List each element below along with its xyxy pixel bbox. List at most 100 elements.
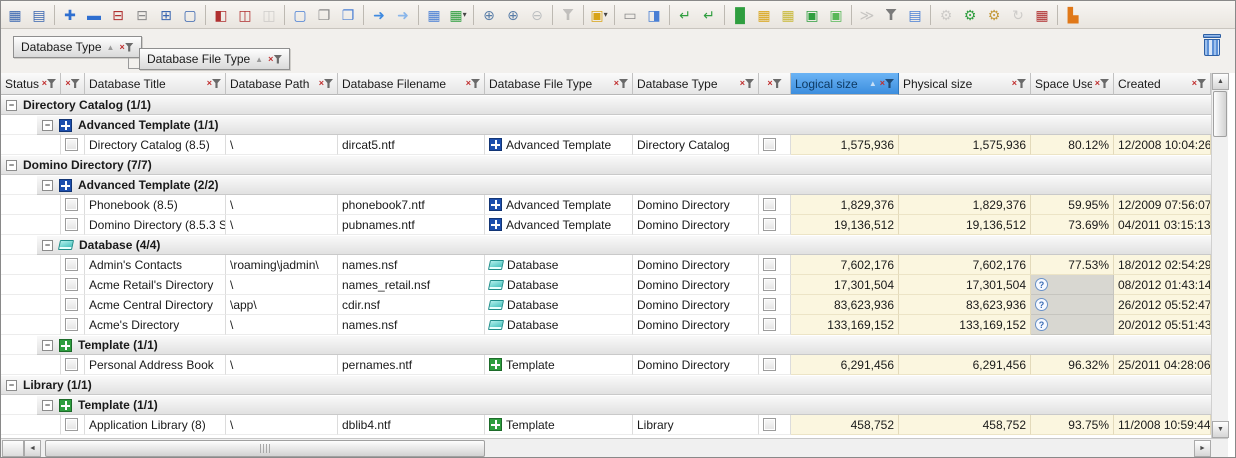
table-row[interactable]: Admin's Contacts\roaming\jadmin\names.ns… (1, 255, 1211, 275)
grid-blue-icon[interactable]: ▦ (422, 3, 446, 26)
collapse-level-icon[interactable]: ⊟ (106, 3, 130, 26)
remove-icon[interactable]: ▬ (82, 3, 106, 26)
unknown-value-icon[interactable]: ? (1035, 318, 1048, 331)
column-header-select[interactable]: × (61, 73, 85, 95)
group-row[interactable]: −Database (4/4) (1, 235, 1211, 255)
checkbox[interactable] (65, 318, 78, 331)
filter-icon[interactable]: × (614, 79, 628, 88)
zoom-fit-icon[interactable]: ⊕ (477, 3, 501, 26)
table-row[interactable]: Personal Address Book\pernames.ntfTempla… (1, 355, 1211, 375)
filter-icon[interactable]: × (207, 79, 221, 88)
checkbox[interactable] (763, 218, 776, 231)
new-category-icon[interactable]: ▣▾ (587, 3, 611, 26)
export-new-window-icon[interactable]: ➜ (391, 3, 415, 26)
collapse-icon[interactable]: − (42, 400, 53, 411)
column-header-status[interactable]: Status× (1, 73, 61, 95)
group-row[interactable]: −Directory Catalog (1/1) (1, 95, 1211, 115)
table-row[interactable]: Acme Retail's Directory\names_retail.nsf… (1, 275, 1211, 295)
dashboard-icon[interactable]: ▙ (1061, 3, 1085, 26)
collapse-icon[interactable]: − (42, 340, 53, 351)
collapse-all-icon[interactable]: ⊟ (130, 3, 154, 26)
vertical-scroll-thumb[interactable] (1213, 91, 1227, 137)
add-icon[interactable]: ✚ (58, 3, 82, 26)
filter-icon[interactable]: × (319, 79, 333, 88)
checkbox[interactable] (763, 358, 776, 371)
checkbox[interactable] (763, 138, 776, 151)
column-header-title[interactable]: Database Title× (85, 73, 226, 95)
row-blue-icon[interactable]: ▤ (903, 3, 927, 26)
column-header-logical[interactable]: Logical size▲× (791, 73, 899, 95)
checkbox[interactable] (763, 278, 776, 291)
filter-icon[interactable]: × (1192, 79, 1206, 88)
column-header-filename[interactable]: Database Filename× (338, 73, 485, 95)
vertical-scrollbar[interactable]: ▲ ▼ (1211, 73, 1228, 438)
freeze-center-column-icon[interactable]: ◫ (233, 3, 257, 26)
row-outline-icon[interactable]: ▭ (618, 3, 642, 26)
collapse-icon[interactable]: − (42, 240, 53, 251)
table-row[interactable]: Domino Directory (8.5.3 Se\pubnames.ntfA… (1, 215, 1211, 235)
group-row[interactable]: −Domino Directory (7/7) (1, 155, 1211, 175)
collapse-icon[interactable]: − (42, 180, 53, 191)
group-row[interactable]: −Library (1/1) (1, 375, 1211, 395)
filter-icon[interactable]: × (740, 79, 754, 88)
calendar-note-icon[interactable]: ▦ (1030, 3, 1054, 26)
column-header-flag[interactable]: × (759, 73, 791, 95)
table-row[interactable]: Application Library (8)\dblib4.ntfTempla… (1, 415, 1211, 435)
column-header-filetype[interactable]: Database File Type× (485, 73, 633, 95)
load-data-icon[interactable]: ↵ (673, 3, 697, 26)
sort-asc-icon[interactable]: ▲ (255, 55, 263, 64)
filter-icon[interactable]: × (65, 79, 79, 88)
collapse-icon[interactable]: − (6, 380, 17, 391)
group-row[interactable]: −Advanced Template (2/2) (1, 175, 1211, 195)
unknown-value-icon[interactable]: ? (1035, 298, 1048, 311)
column-header-space[interactable]: Space Used× (1031, 73, 1114, 95)
grid-properties-icon[interactable]: ▤ (27, 3, 51, 26)
collapse-icon[interactable]: − (6, 100, 17, 111)
horizontal-scroll-track[interactable] (41, 440, 1194, 457)
expand-hierarchy-icon[interactable]: ⊞ (154, 3, 178, 26)
org-chart-icon[interactable]: ▣ (800, 3, 824, 26)
filter-icon[interactable]: × (1095, 79, 1109, 88)
table-row[interactable]: Phonebook (8.5)\phonebook7.ntfAdvanced T… (1, 195, 1211, 215)
column-header-physical[interactable]: Physical size× (899, 73, 1031, 95)
checkbox[interactable] (65, 258, 78, 271)
scroll-up-button[interactable]: ▲ (1212, 73, 1229, 90)
checkbox[interactable] (65, 278, 78, 291)
pivot-grid-icon[interactable]: ▦ (752, 3, 776, 26)
checkbox[interactable] (763, 258, 776, 271)
collapse-icon[interactable]: − (42, 120, 53, 131)
filter-icon[interactable]: × (42, 79, 56, 88)
load-selection-icon[interactable]: ↵ (697, 3, 721, 26)
filter-icon[interactable]: × (880, 79, 894, 88)
org-chart-green-icon[interactable]: ▣ (824, 3, 848, 26)
select-hierarchy-icon[interactable]: ▢ (178, 3, 202, 26)
group-row[interactable]: −Template (1/1) (1, 395, 1211, 415)
group-chip-database-type[interactable]: Database Type ▲ × (13, 36, 142, 58)
freeze-left-column-icon[interactable]: ◧ (209, 3, 233, 26)
group-chip-database-file-type[interactable]: Database File Type ▲ × (139, 48, 290, 70)
table-row[interactable]: Acme's Directory\names.nsfDatabaseDomino… (1, 315, 1211, 335)
group-row[interactable]: −Template (1/1) (1, 335, 1211, 355)
column-header-path[interactable]: Database Path× (226, 73, 338, 95)
filter-icon[interactable]: × (119, 43, 133, 52)
filter-eye-icon[interactable] (879, 3, 903, 26)
checkbox[interactable] (763, 298, 776, 311)
column-header-created[interactable]: Created× (1114, 73, 1211, 95)
filter-icon[interactable]: × (466, 79, 480, 88)
checkbox[interactable] (763, 318, 776, 331)
horizontal-scrollbar[interactable]: ◄ ► (1, 438, 1211, 457)
horizontal-scroll-thumb[interactable] (45, 440, 485, 457)
collapse-icon[interactable]: − (6, 160, 17, 171)
checkbox[interactable] (65, 218, 78, 231)
scroll-down-button[interactable]: ▼ (1212, 421, 1229, 438)
zoom-text-icon[interactable]: ⊕ (501, 3, 525, 26)
copy-icon[interactable]: ❐ (312, 3, 336, 26)
export-icon[interactable]: ➜ (367, 3, 391, 26)
folder-config-icon[interactable]: ⚙ (982, 3, 1006, 26)
select-region-icon[interactable]: ▢ (288, 3, 312, 26)
copy-special-icon[interactable]: ❐ (336, 3, 360, 26)
sort-asc-icon[interactable]: ▲ (107, 43, 115, 52)
dropdown-caret-icon[interactable]: ▾ (463, 10, 467, 19)
checkbox[interactable] (65, 198, 78, 211)
table-row[interactable]: Directory Catalog (8.5)\dircat5.ntfAdvan… (1, 135, 1211, 155)
